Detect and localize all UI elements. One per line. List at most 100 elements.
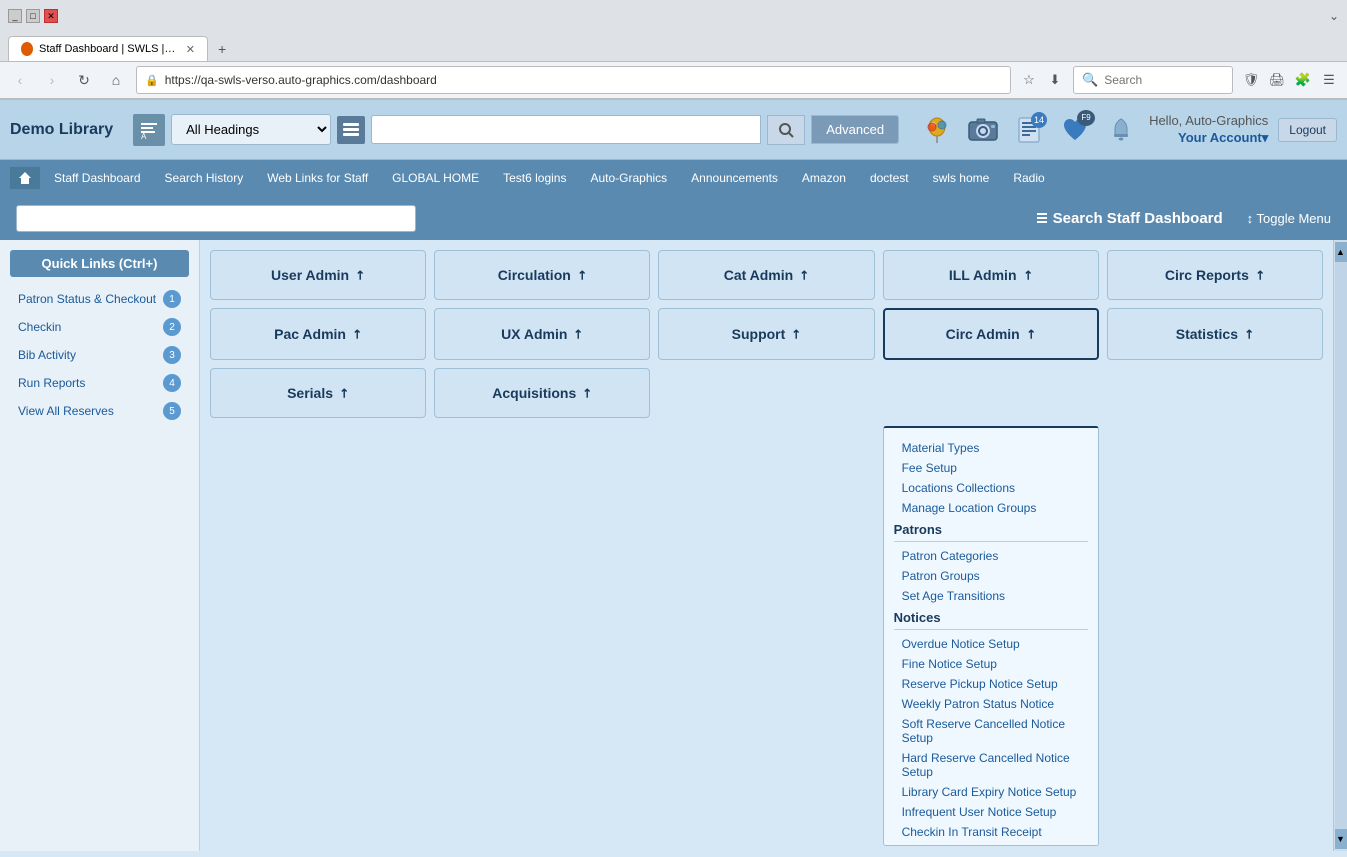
- user-admin-arrow: ↗: [352, 266, 369, 283]
- window-controls[interactable]: _ □ ✕: [8, 9, 58, 23]
- statistics-btn[interactable]: Statistics ↗: [1107, 308, 1323, 360]
- pac-admin-btn[interactable]: Pac Admin ↗: [210, 308, 426, 360]
- nav-search-history[interactable]: Search History: [155, 167, 254, 189]
- acquisitions-arrow: ↗: [579, 384, 596, 401]
- stack-icon[interactable]: [337, 116, 365, 144]
- logout-btn[interactable]: Logout: [1278, 118, 1337, 142]
- address-bar-icons: ☆ ⬇: [1019, 70, 1065, 90]
- nav-doctest[interactable]: doctest: [860, 167, 919, 189]
- nav-announcements[interactable]: Announcements: [681, 167, 788, 189]
- print-icon[interactable]: 🖨: [1267, 70, 1287, 90]
- dropdown-library-card-expiry-notice[interactable]: Library Card Expiry Notice Setup: [894, 782, 1088, 802]
- sidebar-bib-activity[interactable]: Bib Activity 3: [10, 341, 189, 369]
- dropdown-locations-collections[interactable]: Locations Collections: [894, 478, 1088, 498]
- toggle-menu-btn[interactable]: Search Staff Dashboard ↕ Toggle Menu: [1035, 210, 1331, 227]
- serials-btn[interactable]: Serials ↗: [210, 368, 426, 418]
- active-tab[interactable]: Staff Dashboard | SWLS | SWLS ✕: [8, 36, 208, 61]
- new-tab-btn[interactable]: +: [210, 37, 234, 61]
- top-navbar: Demo Library A All Headings Title Author…: [0, 100, 1347, 160]
- pac-admin-arrow: ↗: [349, 325, 366, 342]
- sidebar: Quick Links (Ctrl+) Patron Status & Chec…: [0, 240, 200, 851]
- nav-web-links[interactable]: Web Links for Staff: [257, 167, 378, 189]
- heading-icon: A: [133, 114, 165, 146]
- window-maximize-icon[interactable]: ⌄: [1329, 9, 1339, 23]
- dashboard-title: Search Staff Dashboard: [1053, 210, 1223, 227]
- nav-auto-graphics[interactable]: Auto-Graphics: [580, 167, 677, 189]
- advanced-btn[interactable]: Advanced: [811, 115, 899, 144]
- dropdown-checkin-in-transit-receipt[interactable]: Checkin In Transit Receipt: [894, 822, 1088, 842]
- notification-badge: 14: [1031, 112, 1047, 128]
- dropdown-reserve-pickup-notice-setup[interactable]: Reserve Pickup Notice Setup: [894, 674, 1088, 694]
- dropdown-fee-setup[interactable]: Fee Setup: [894, 458, 1088, 478]
- dropdown-weekly-patron-status-notice[interactable]: Weekly Patron Status Notice: [894, 694, 1088, 714]
- home-btn[interactable]: ⌂: [104, 68, 128, 92]
- browser-search-bar[interactable]: 🔍: [1073, 66, 1233, 94]
- bookmark-star-icon[interactable]: ☆: [1019, 70, 1039, 90]
- circ-reports-btn[interactable]: Circ Reports ↗: [1107, 250, 1323, 300]
- tab-close-btn[interactable]: ✕: [186, 43, 195, 56]
- sidebar-view-all-reserves[interactable]: View All Reserves 5: [10, 397, 189, 425]
- sidebar-patron-status[interactable]: Patron Status & Checkout 1: [10, 285, 189, 313]
- forward-btn[interactable]: ›: [40, 68, 64, 92]
- nav-home-btn[interactable]: [10, 167, 40, 189]
- ux-admin-btn[interactable]: UX Admin ↗: [434, 308, 650, 360]
- dropdown-overdue-notice-setup[interactable]: Overdue Notice Setup: [894, 634, 1088, 654]
- minimize-btn[interactable]: _: [8, 9, 22, 23]
- heart-icon-btn[interactable]: F9: [1057, 112, 1093, 148]
- support-arrow: ↗: [788, 325, 805, 342]
- circ-admin-dropdown: Material Types Fee Setup Locations Colle…: [883, 426, 1099, 846]
- f9-badge: F9: [1077, 110, 1095, 126]
- extensions-icon[interactable]: 🧩: [1293, 70, 1313, 90]
- circ-reports-arrow: ↗: [1251, 266, 1268, 283]
- search-btn[interactable]: [767, 115, 805, 145]
- balloon-icon: [922, 115, 952, 145]
- browser-search-input[interactable]: [1104, 73, 1224, 87]
- search-input[interactable]: [371, 115, 761, 144]
- cat-admin-btn[interactable]: Cat Admin ↗: [658, 250, 874, 300]
- scrollbar-up[interactable]: ▲: [1335, 242, 1347, 262]
- bell-icon-btn[interactable]: [1103, 112, 1139, 148]
- close-btn[interactable]: ✕: [44, 9, 58, 23]
- dropdown-material-types[interactable]: Material Types: [894, 438, 1088, 458]
- ill-admin-btn[interactable]: ILL Admin ↗: [883, 250, 1099, 300]
- account-area: Hello, Auto-Graphics Your Account▾: [1149, 113, 1268, 146]
- user-admin-btn[interactable]: User Admin ↗: [210, 250, 426, 300]
- dropdown-soft-reserve-cancelled-notice[interactable]: Soft Reserve Cancelled Notice Setup: [894, 714, 1088, 748]
- menu-icon[interactable]: ☰: [1319, 70, 1339, 90]
- support-btn[interactable]: Support ↗: [658, 308, 874, 360]
- toggle-menu-label[interactable]: ↕ Toggle Menu: [1247, 211, 1331, 226]
- sidebar-run-reports[interactable]: Run Reports 4: [10, 369, 189, 397]
- balloon-icon-btn[interactable]: [919, 112, 955, 148]
- dropdown-manage-location-groups[interactable]: Manage Location Groups: [894, 498, 1088, 518]
- back-btn[interactable]: ‹: [8, 68, 32, 92]
- circ-admin-btn[interactable]: Circ Admin ↗: [883, 308, 1099, 360]
- shield-icon[interactable]: 🛡: [1241, 70, 1261, 90]
- report-icon-btn[interactable]: 14: [1011, 112, 1047, 148]
- sidebar-checkin[interactable]: Checkin 2: [10, 313, 189, 341]
- url-bar[interactable]: 🔒 https://qa-swls-verso.auto-graphics.co…: [136, 66, 1011, 94]
- dropdown-infrequent-user-notice[interactable]: Infrequent User Notice Setup: [894, 802, 1088, 822]
- download-icon[interactable]: ⬇: [1045, 70, 1065, 90]
- maximize-btn[interactable]: □: [26, 9, 40, 23]
- nav-global-home[interactable]: GLOBAL HOME: [382, 167, 489, 189]
- acquisitions-btn[interactable]: Acquisitions ↗: [434, 368, 650, 418]
- dropdown-hard-reserve-cancelled-notice[interactable]: Hard Reserve Cancelled Notice Setup: [894, 748, 1088, 782]
- camera-icon-btn[interactable]: [965, 112, 1001, 148]
- scrollbar[interactable]: ▲ ▼: [1333, 240, 1347, 851]
- dropdown-fine-notice-setup[interactable]: Fine Notice Setup: [894, 654, 1088, 674]
- heading-select[interactable]: All Headings Title Author Subject Series: [171, 114, 331, 145]
- dashboard-search-input[interactable]: [16, 205, 416, 232]
- dropdown-patron-groups[interactable]: Patron Groups: [894, 566, 1088, 586]
- tab-bar: Staff Dashboard | SWLS | SWLS ✕ +: [0, 32, 1347, 61]
- nav-staff-dashboard[interactable]: Staff Dashboard: [44, 167, 151, 189]
- nav-swls-home[interactable]: swls home: [923, 167, 1000, 189]
- your-account-link[interactable]: Your Account▾: [1178, 130, 1268, 146]
- dropdown-patron-categories[interactable]: Patron Categories: [894, 546, 1088, 566]
- nav-amazon[interactable]: Amazon: [792, 167, 856, 189]
- dropdown-set-age-transitions[interactable]: Set Age Transitions: [894, 586, 1088, 606]
- reload-btn[interactable]: ↻: [72, 68, 96, 92]
- nav-radio[interactable]: Radio: [1003, 167, 1054, 189]
- circulation-btn[interactable]: Circulation ↗: [434, 250, 650, 300]
- scrollbar-down[interactable]: ▼: [1335, 829, 1347, 849]
- nav-test6-logins[interactable]: Test6 logins: [493, 167, 576, 189]
